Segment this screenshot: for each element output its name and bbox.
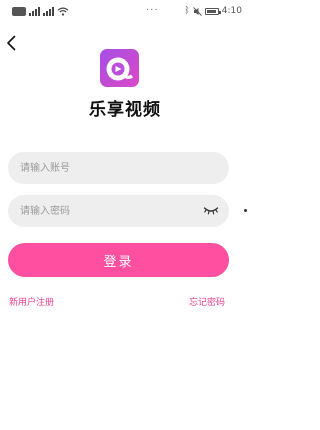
sim-card-icon: [12, 7, 26, 16]
status-overflow-dots: ···: [146, 5, 159, 16]
status-time: 4:10: [221, 6, 242, 16]
app-logo-mark: [106, 57, 133, 81]
battery-icon: [204, 8, 221, 15]
eye-closed-icon[interactable]: [203, 204, 219, 216]
app-name: 乐享视频: [89, 100, 161, 119]
status-right-group: ᛒ 4:10: [184, 7, 242, 16]
bluetooth-icon: ᛒ: [184, 6, 190, 16]
password-input[interactable]: [20, 195, 200, 227]
status-bar: ··· ᛒ 4:10: [0, 0, 250, 24]
account-input[interactable]: [20, 152, 200, 184]
chevron-left-icon: [7, 35, 16, 51]
login-button[interactable]: 登录: [8, 243, 229, 277]
app-logo: [100, 49, 139, 87]
side-dot: [244, 209, 247, 212]
signal-icon: [29, 7, 40, 16]
password-field[interactable]: [8, 195, 229, 227]
back-button[interactable]: [0, 31, 22, 55]
signal-icon: [43, 7, 54, 16]
forgot-password-link[interactable]: 忘记密码: [189, 295, 225, 308]
wifi-icon: [57, 7, 69, 16]
battery-fill: [206, 10, 216, 13]
account-field[interactable]: [8, 152, 229, 184]
register-link[interactable]: 新用户注册: [9, 295, 54, 308]
mute-icon: [192, 7, 202, 16]
status-left-group: [12, 7, 69, 16]
